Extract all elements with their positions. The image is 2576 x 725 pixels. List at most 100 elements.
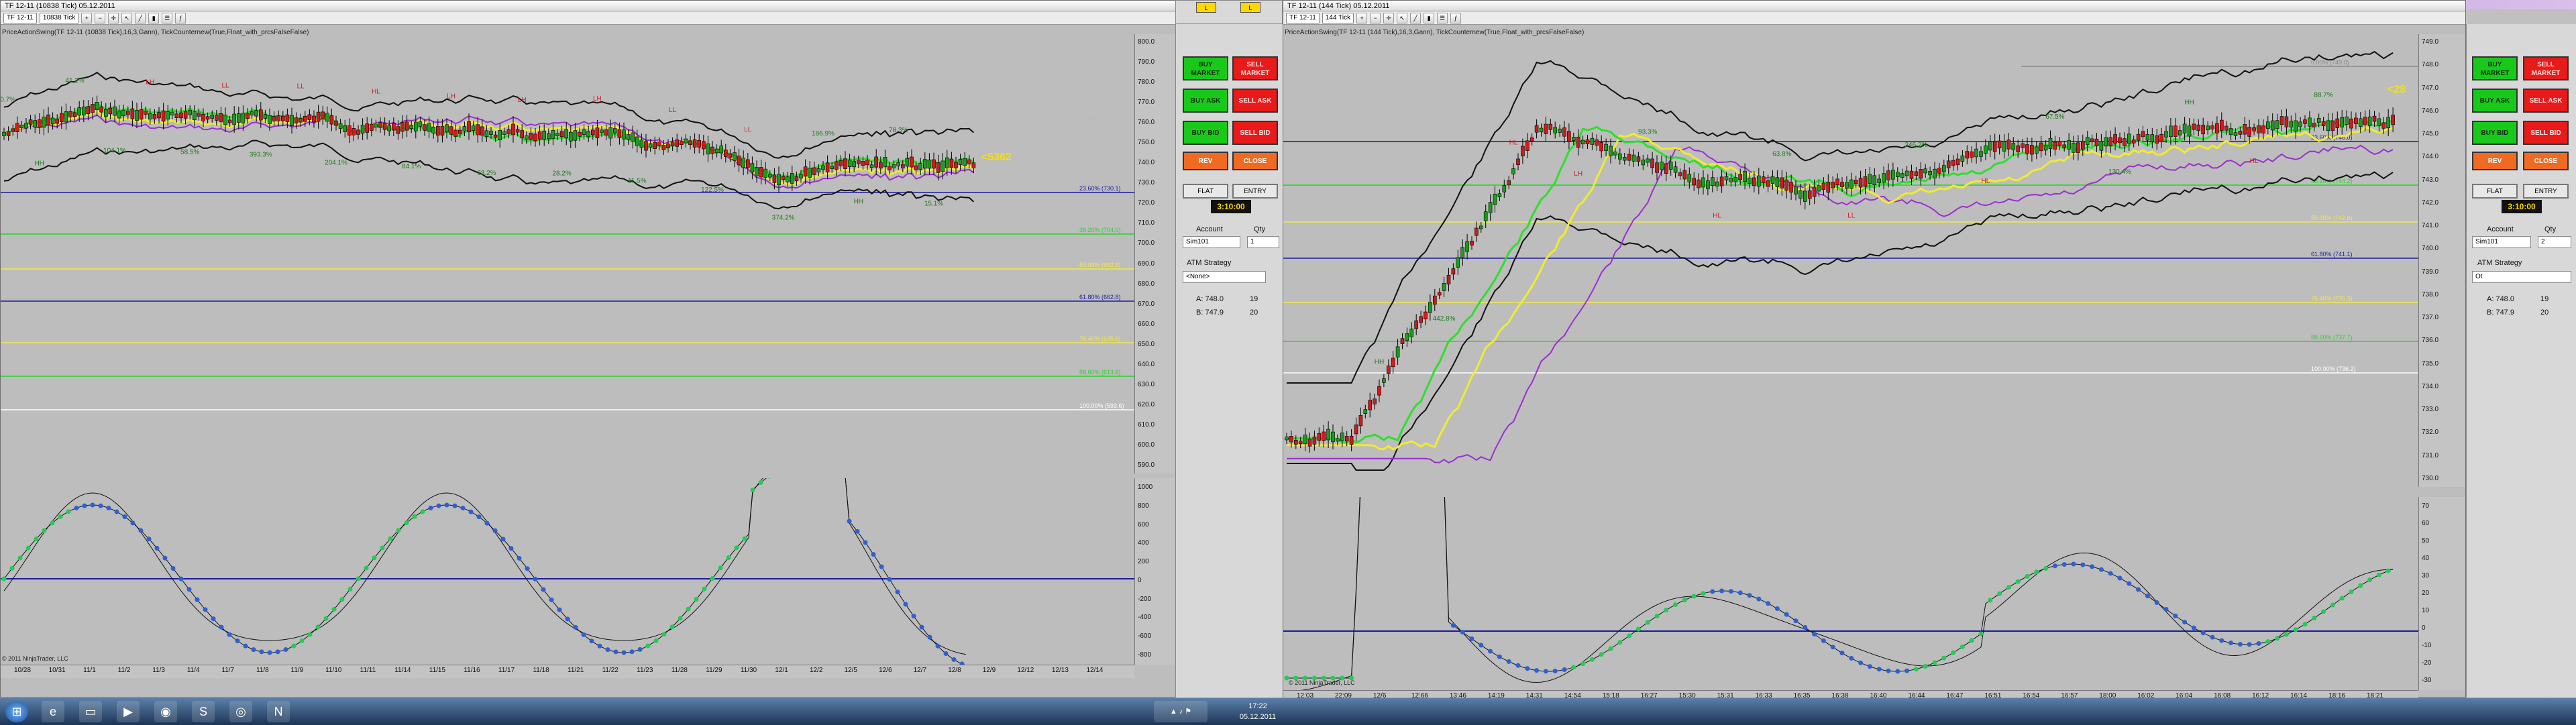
axis-label: 747.0	[2422, 84, 2439, 92]
buy-market-button[interactable]: BUY MARKET	[1183, 56, 1228, 80]
candle-body	[24, 123, 28, 129]
candle-body	[1655, 162, 1659, 173]
left-price-axis[interactable]: 800.0 790.0 780.0 770.0 760.0 750.0 740.0 730.0…	[1134, 34, 1175, 473]
candle-body	[1377, 386, 1381, 396]
sell-market-button[interactable]: SELL MARKET	[1232, 56, 1278, 80]
center-link-button[interactable]: L	[1196, 2, 1216, 13]
osc-dot	[2200, 630, 2206, 636]
zoom-out-icon[interactable]: −	[1370, 12, 1381, 23]
candle-body	[927, 160, 932, 169]
osc-dot	[50, 520, 55, 526]
right-price-axis[interactable]: 749.0 748.0 747.0 746.0 745.0 744.0 743.0 742.0…	[2418, 34, 2465, 487]
crosshair-icon[interactable]: ✛	[1383, 12, 1395, 23]
entry-button[interactable]: ENTRY	[2523, 184, 2569, 199]
center-link-button-2[interactable]: L	[1240, 2, 1260, 13]
osc-dot	[1932, 660, 1937, 665]
osc-dot	[565, 616, 570, 622]
time-label: 11/11	[360, 667, 376, 674]
candle-body	[1660, 162, 1664, 170]
indicators-icon[interactable]: ƒ	[1450, 12, 1462, 23]
account-select[interactable]: Sim101	[1183, 236, 1240, 248]
osc-dot	[227, 632, 232, 637]
fib-label: 88.60% (737.7)	[2311, 334, 2353, 341]
right-oscillator-panel[interactable]	[1283, 497, 2418, 690]
properties-icon[interactable]: ☰	[1437, 12, 1448, 23]
buy-bid-button[interactable]: BUY BID	[2472, 121, 2518, 145]
reverse-button[interactable]: REV	[2472, 152, 2518, 170]
right-period-selector[interactable]: 144 Tick	[1322, 12, 1354, 23]
right-oscillator-axis[interactable]: 70 60 50 40 30 20 10 0 -10 -20 -30	[2418, 497, 2465, 690]
sell-bid-button[interactable]: SELL BID	[2523, 121, 2569, 145]
line-tool-icon[interactable]: ╱	[1410, 12, 1421, 23]
zoom-in-icon[interactable]: +	[81, 12, 93, 23]
period-selector[interactable]: 10838 Tick	[39, 12, 79, 23]
file-explorer-icon[interactable]: ▭	[79, 701, 102, 722]
osc-dot	[2191, 625, 2196, 630]
line-tool-icon[interactable]: ╱	[135, 12, 146, 23]
osc-dot	[42, 528, 47, 533]
left-chart-titlebar[interactable]: TF 12-11 (10838 Tick) 05.12.2011	[1, 1, 1180, 11]
atm-strategy-select[interactable]: <None>	[1183, 271, 1266, 283]
sell-market-button[interactable]: SELL MARKET	[2523, 56, 2569, 80]
candle-body	[2094, 138, 2099, 146]
buy-ask-button[interactable]: BUY ASK	[1183, 89, 1228, 113]
osc-dot	[589, 638, 594, 644]
osc-dot	[645, 643, 651, 649]
right-price-panel[interactable]: 0.00% (749.0)23.60% (746.0)38.20% (744.2…	[1283, 34, 2418, 487]
ninjatrader-icon[interactable]: N	[267, 701, 290, 722]
reverse-button[interactable]: REV	[1183, 152, 1228, 170]
instrument-selector[interactable]: TF 12-11	[3, 12, 37, 23]
osc-dot	[1525, 666, 1530, 671]
right-chart-titlebar[interactable]: TF 12-11 (144 Tick) 05.12.2011	[1283, 1, 2465, 11]
buy-market-button[interactable]: BUY MARKET	[2472, 56, 2518, 80]
ask-price: A: 748.0	[2487, 295, 2514, 303]
pointer-icon[interactable]: ↖	[121, 12, 133, 23]
left-oscillator-axis[interactable]: 1000 800 600 400 200 0 -200 -400 -600 -800	[1134, 478, 1175, 665]
bars-icon[interactable]: ▮	[148, 12, 160, 23]
qty-input[interactable]: 2	[2538, 236, 2571, 248]
buy-bid-button[interactable]: BUY BID	[1183, 121, 1228, 145]
firefox-icon[interactable]: ◉	[154, 701, 177, 722]
flat-button[interactable]: FLAT	[1183, 184, 1228, 199]
candle-body	[400, 122, 405, 132]
zoom-out-icon[interactable]: −	[95, 12, 106, 23]
bid-price: B: 747.9	[1196, 309, 1224, 317]
osc-dot	[2173, 613, 2178, 618]
tray-icons[interactable]: ▲ ♪ ⚑	[1154, 701, 1208, 722]
left-price-panel[interactable]: 0.00% (772.3) 23.60% (730.1) 38.20% (704.0…	[1, 34, 1134, 473]
taskbar-clock[interactable]: 17:22 05.12.2011	[1234, 701, 1281, 722]
left-oscillator-panel[interactable]	[1, 478, 1134, 665]
left-copyright: © 2011 NinjaTrader, LLC	[2, 655, 68, 662]
bars-icon[interactable]: ▮	[1424, 12, 1435, 23]
candle-body	[1794, 186, 1798, 194]
indicators-icon[interactable]: ƒ	[175, 12, 186, 23]
sell-ask-button[interactable]: SELL ASK	[2523, 89, 2569, 113]
close-button[interactable]: CLOSE	[1232, 152, 1278, 170]
zoom-in-icon[interactable]: +	[1356, 12, 1368, 23]
swing-label: LH	[1574, 170, 1582, 178]
media-player-icon[interactable]: ▶	[117, 701, 140, 722]
right-instrument-selector[interactable]: TF 12-11	[1286, 12, 1320, 23]
crosshair-icon[interactable]: ✛	[108, 12, 119, 23]
candle-body	[2011, 143, 2016, 150]
candle-body	[1946, 160, 1951, 168]
qty-input[interactable]: 1	[1247, 236, 1279, 248]
skype-icon[interactable]: S	[192, 701, 215, 722]
osc-dot	[460, 506, 466, 511]
sell-ask-button[interactable]: SELL ASK	[1232, 89, 1278, 113]
buy-ask-button[interactable]: BUY ASK	[2472, 89, 2518, 113]
chrome-icon[interactable]: ◎	[229, 701, 252, 722]
internet-explorer-icon[interactable]: e	[42, 701, 64, 722]
candle-body	[2159, 133, 2163, 142]
account-select[interactable]: Sim101	[2472, 236, 2531, 248]
candle-body	[2099, 141, 2104, 151]
properties-icon[interactable]: ☰	[162, 12, 173, 23]
close-button[interactable]: CLOSE	[2523, 152, 2569, 170]
pointer-icon[interactable]: ↖	[1397, 12, 1408, 23]
start-button-icon[interactable]: ⊞	[5, 701, 28, 722]
sell-bid-button[interactable]: SELL BID	[1232, 121, 1278, 145]
entry-button[interactable]: ENTRY	[1232, 184, 1278, 199]
flat-button[interactable]: FLAT	[2472, 184, 2518, 199]
osc-dot	[1469, 636, 1474, 641]
atm-strategy-select[interactable]: Ot	[2472, 271, 2571, 283]
